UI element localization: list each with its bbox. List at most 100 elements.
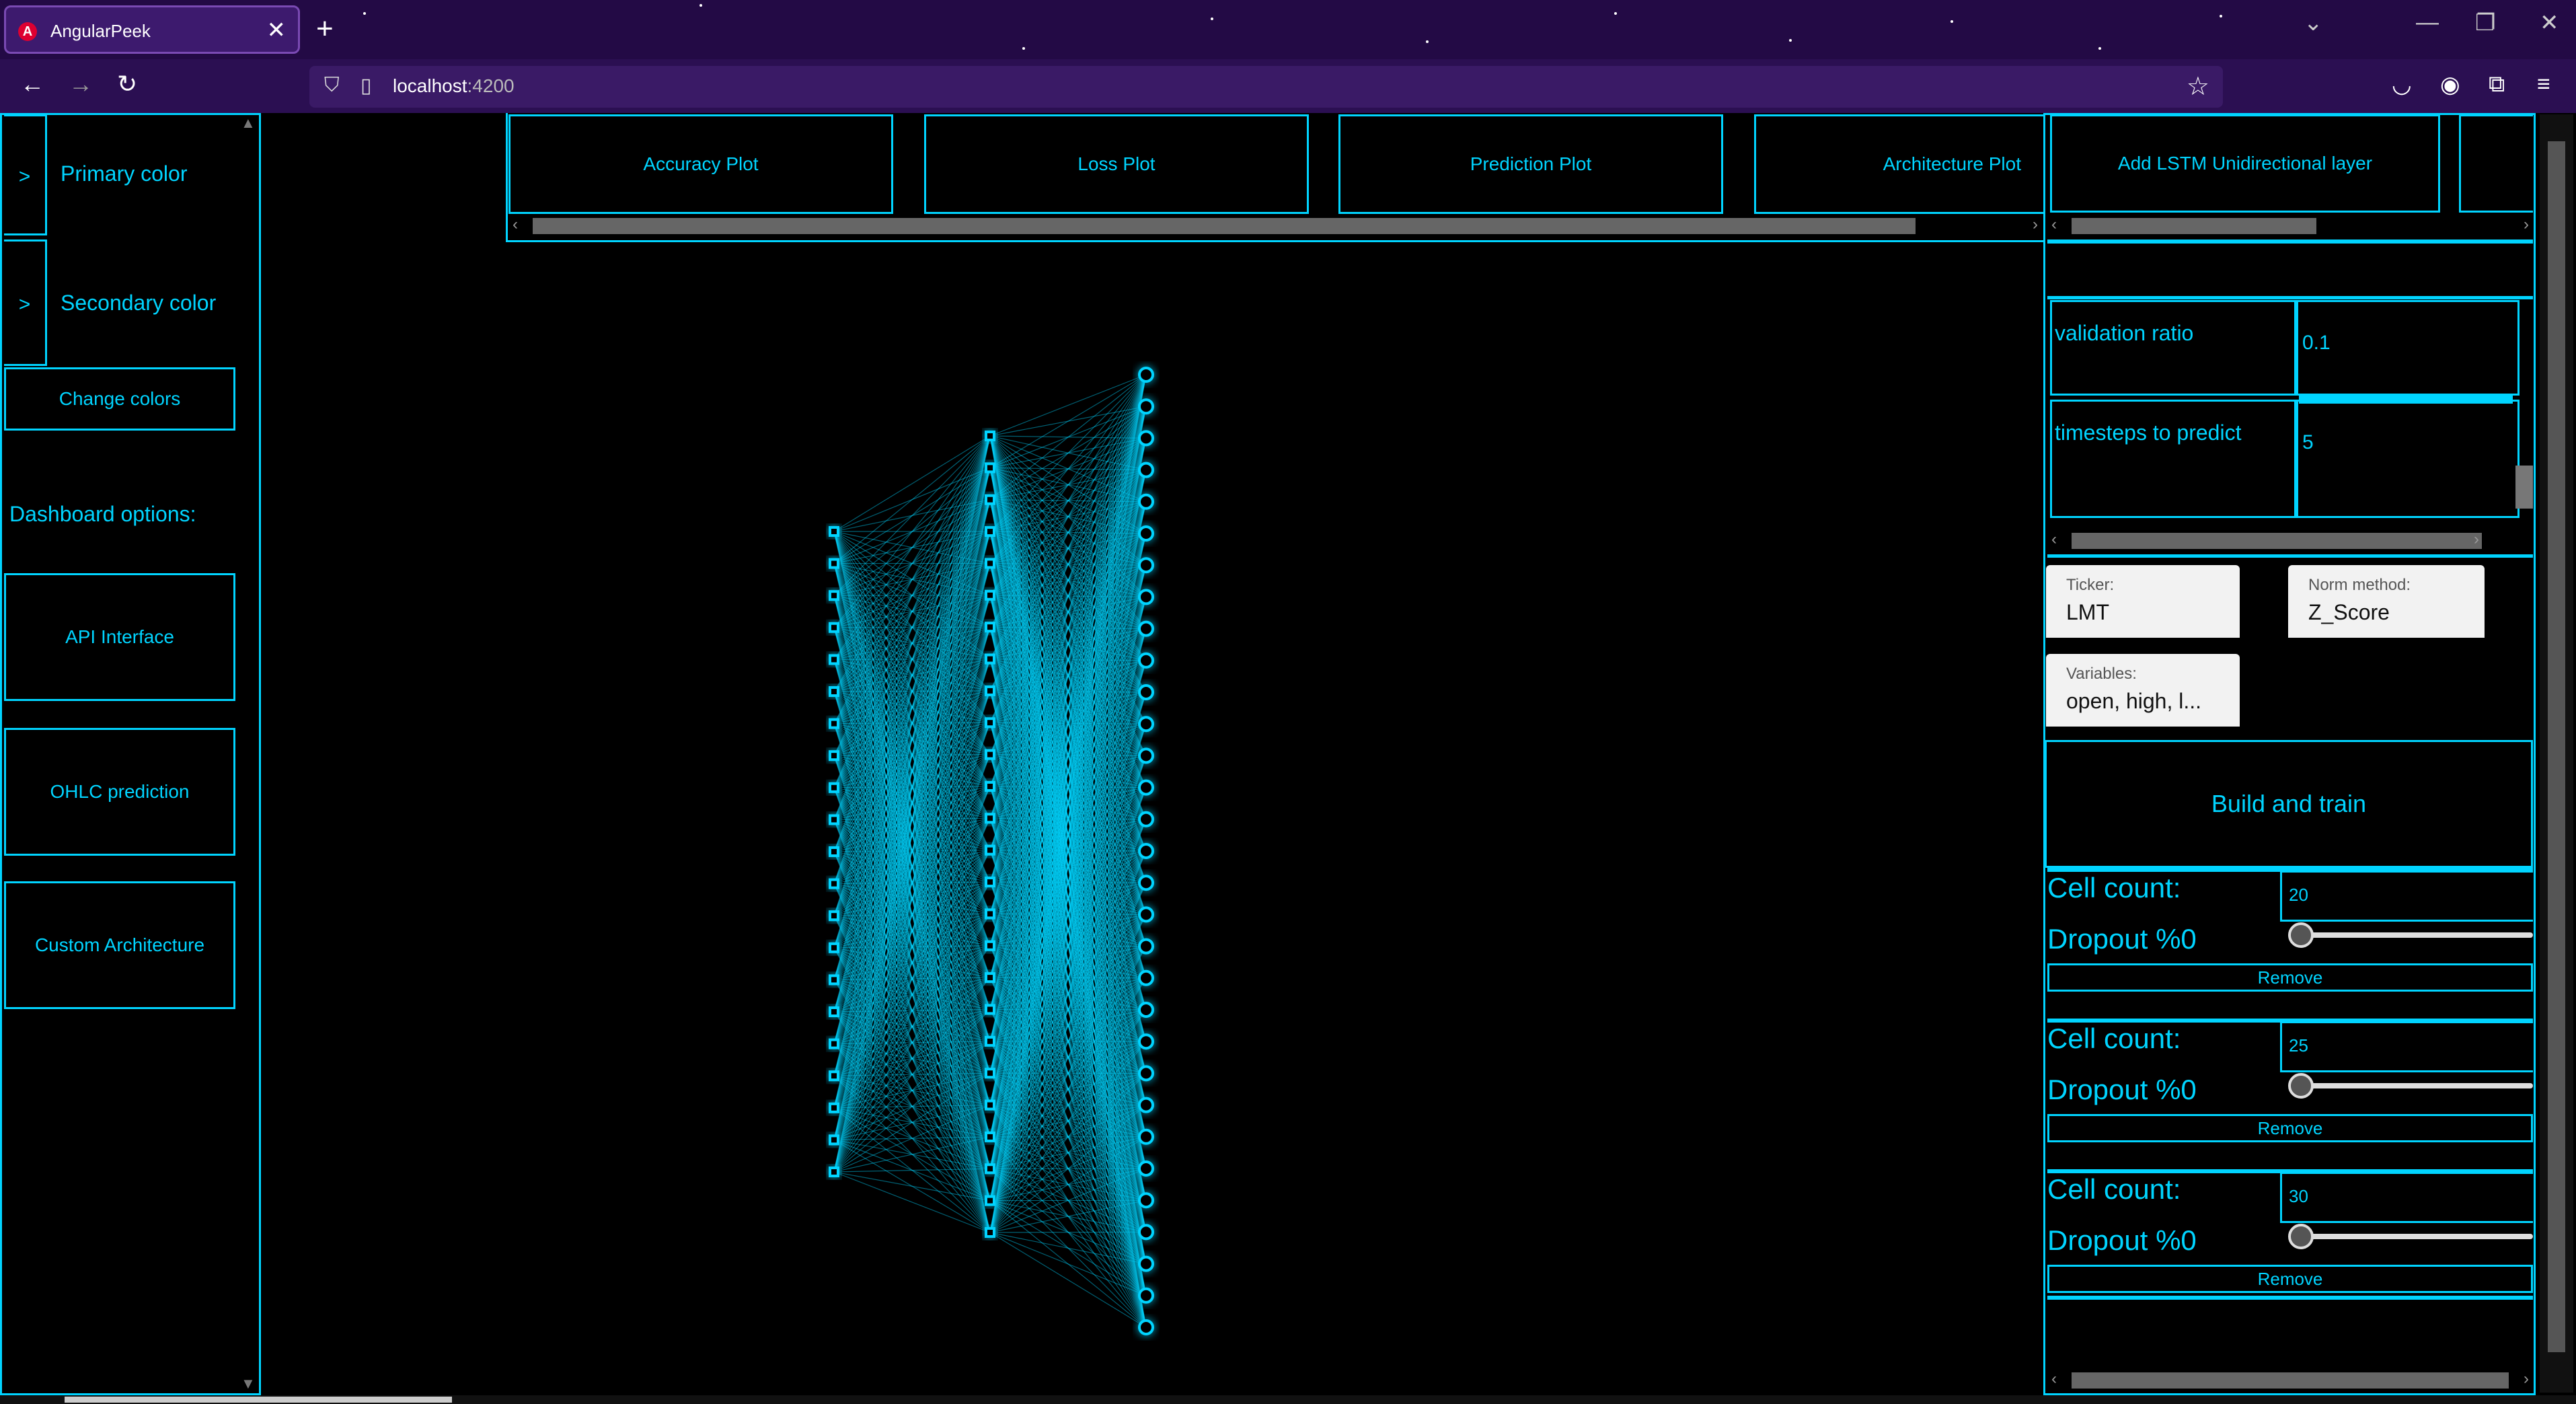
scroll-thumb[interactable] [2072, 533, 2482, 549]
dropout-slider-2[interactable] [2298, 1083, 2533, 1088]
shield-icon: ⛉ [324, 74, 340, 96]
norm-method-field[interactable]: Norm method: Z_Score [2288, 565, 2485, 638]
network-node [985, 589, 995, 601]
cell-count-label-2: Cell count: [2047, 1023, 2181, 1054]
angular-icon: A [18, 22, 37, 41]
remove-layer-button-2[interactable]: Remove [2047, 1114, 2533, 1142]
scroll-down-icon[interactable]: ▼ [241, 1375, 256, 1393]
network-node [1138, 652, 1154, 669]
cell-count-input-1[interactable]: 20 [2280, 871, 2533, 922]
scroll-left-icon[interactable]: ‹ [2051, 530, 2057, 549]
add-lstm-layer-button[interactable]: Add LSTM Unidirectional layer [2050, 114, 2440, 213]
restore-icon[interactable]: ❐ [2475, 9, 2495, 36]
network-node [829, 878, 839, 889]
validation-ratio-label: validation ratio [2050, 300, 2296, 396]
new-tab-button[interactable]: + [316, 12, 334, 46]
dropout-slider-knob-2[interactable] [2288, 1073, 2314, 1099]
network-node [985, 462, 995, 474]
dropout-slider-knob-3[interactable] [2288, 1224, 2314, 1249]
timesteps-input[interactable]: 5 [2296, 400, 2520, 518]
dropout-slider-3[interactable] [2298, 1234, 2533, 1239]
ticker-field[interactable]: Ticker: LMT [2046, 565, 2240, 638]
network-node [985, 1131, 995, 1142]
scroll-thumb[interactable] [533, 218, 1916, 234]
network-node [1138, 843, 1154, 859]
secondary-color-expander[interactable]: > [4, 239, 47, 366]
tab-loss-plot[interactable]: Loss Plot [924, 114, 1309, 214]
close-tab-icon[interactable]: ✕ [267, 17, 287, 44]
star-decoration [363, 12, 366, 15]
cell-count-input-2[interactable]: 25 [2280, 1021, 2533, 1072]
menu-icon[interactable]: ≡ [2537, 71, 2550, 98]
network-node [1138, 1319, 1154, 1335]
ohlc-prediction-button[interactable]: OHLC prediction [4, 728, 235, 856]
scroll-right-icon[interactable]: › [2474, 530, 2479, 549]
panel-bottom-scrollbar[interactable]: ‹ › [2047, 1370, 2533, 1391]
window-close-icon[interactable]: ✕ [2540, 9, 2559, 36]
params-vertical-scroll-thumb[interactable] [2515, 466, 2533, 509]
scroll-thumb[interactable] [2072, 218, 2316, 234]
network-node [829, 1006, 839, 1017]
ticker-label: Ticker: [2066, 576, 2115, 594]
params-scrollbar[interactable]: ‹ › [2047, 530, 2533, 552]
network-node [829, 846, 839, 857]
scroll-right-icon[interactable]: › [2524, 1370, 2529, 1389]
forward-icon[interactable]: → [69, 70, 93, 98]
page-scrollbar[interactable] [2540, 114, 2573, 1393]
network-architecture-visualization [829, 367, 1154, 1335]
sidebar-scrollbar[interactable]: ▲ ▼ [237, 114, 257, 1393]
tab-prediction-plot[interactable]: Prediction Plot [1338, 114, 1723, 214]
dropout-slider-1[interactable] [2298, 932, 2533, 938]
scroll-thumb[interactable] [2072, 1372, 2509, 1389]
validation-ratio-input[interactable]: 0.1 [2296, 300, 2520, 396]
dropout-slider-knob-1[interactable] [2288, 922, 2314, 948]
url-bar[interactable]: ⛉ ▯ localhost:4200 ☆ [309, 66, 2223, 108]
scroll-right-icon[interactable]: › [2033, 215, 2038, 234]
network-node [829, 974, 839, 986]
url-text[interactable]: localhost:4200 [393, 75, 515, 97]
variables-field[interactable]: Variables: open, high, l... [2046, 654, 2240, 727]
page-horizontal-scrollbar[interactable] [0, 1395, 2576, 1404]
scroll-thumb[interactable] [65, 1397, 452, 1403]
account-icon[interactable]: ◉ [2440, 71, 2460, 98]
network-node [1138, 1160, 1154, 1177]
extensions-icon[interactable]: ⧉ [2489, 71, 2505, 98]
tab-accuracy-plot[interactable]: Accuracy Plot [508, 114, 893, 214]
network-node [985, 1068, 995, 1079]
cell-count-input-3[interactable]: 30 [2280, 1172, 2533, 1223]
scroll-left-icon[interactable]: ‹ [2051, 215, 2057, 234]
scroll-up-icon[interactable]: ▲ [241, 114, 256, 132]
bookmark-star-icon[interactable]: ☆ [2187, 71, 2209, 102]
scroll-left-icon[interactable]: ‹ [2051, 1370, 2057, 1389]
reload-icon[interactable]: ↻ [117, 70, 137, 98]
network-node [1138, 938, 1154, 955]
page-scroll-thumb[interactable] [2548, 141, 2565, 1352]
next-action-button[interactable] [2459, 114, 2533, 213]
tab-list-icon[interactable]: ⌄ [2304, 9, 2323, 36]
scroll-right-icon[interactable]: › [2524, 215, 2529, 234]
minimize-icon[interactable]: — [2416, 9, 2439, 36]
browser-tab[interactable]: A AngularPeek ✕ [4, 5, 300, 54]
actions-scrollbar[interactable]: ‹ › [2047, 215, 2533, 237]
back-icon[interactable]: ← [20, 70, 44, 98]
build-and-train-button[interactable]: Build and train [2045, 740, 2533, 868]
network-node [1138, 906, 1154, 923]
primary-color-expander[interactable]: > [4, 114, 47, 235]
pocket-icon[interactable]: ◡ [2392, 71, 2412, 98]
remove-layer-button-1[interactable]: Remove [2047, 963, 2533, 992]
api-interface-button[interactable]: API Interface [4, 573, 235, 701]
scroll-left-icon[interactable]: ‹ [513, 215, 518, 234]
network-node [985, 972, 995, 984]
divider [2047, 1296, 2533, 1300]
change-colors-button[interactable]: Change colors [4, 367, 235, 431]
custom-architecture-button[interactable]: Custom Architecture [4, 881, 235, 1009]
network-node [985, 844, 995, 856]
star-decoration [1426, 40, 1429, 43]
network-node [829, 942, 839, 953]
plot-tabs-scrollbar[interactable]: ‹ › [508, 215, 2042, 237]
network-node [1138, 1128, 1154, 1145]
norm-method-label: Norm method: [2308, 576, 2411, 594]
network-node [985, 494, 995, 505]
tab-architecture-plot[interactable]: Architecture Plot [1754, 114, 2050, 214]
remove-layer-button-3[interactable]: Remove [2047, 1265, 2533, 1293]
